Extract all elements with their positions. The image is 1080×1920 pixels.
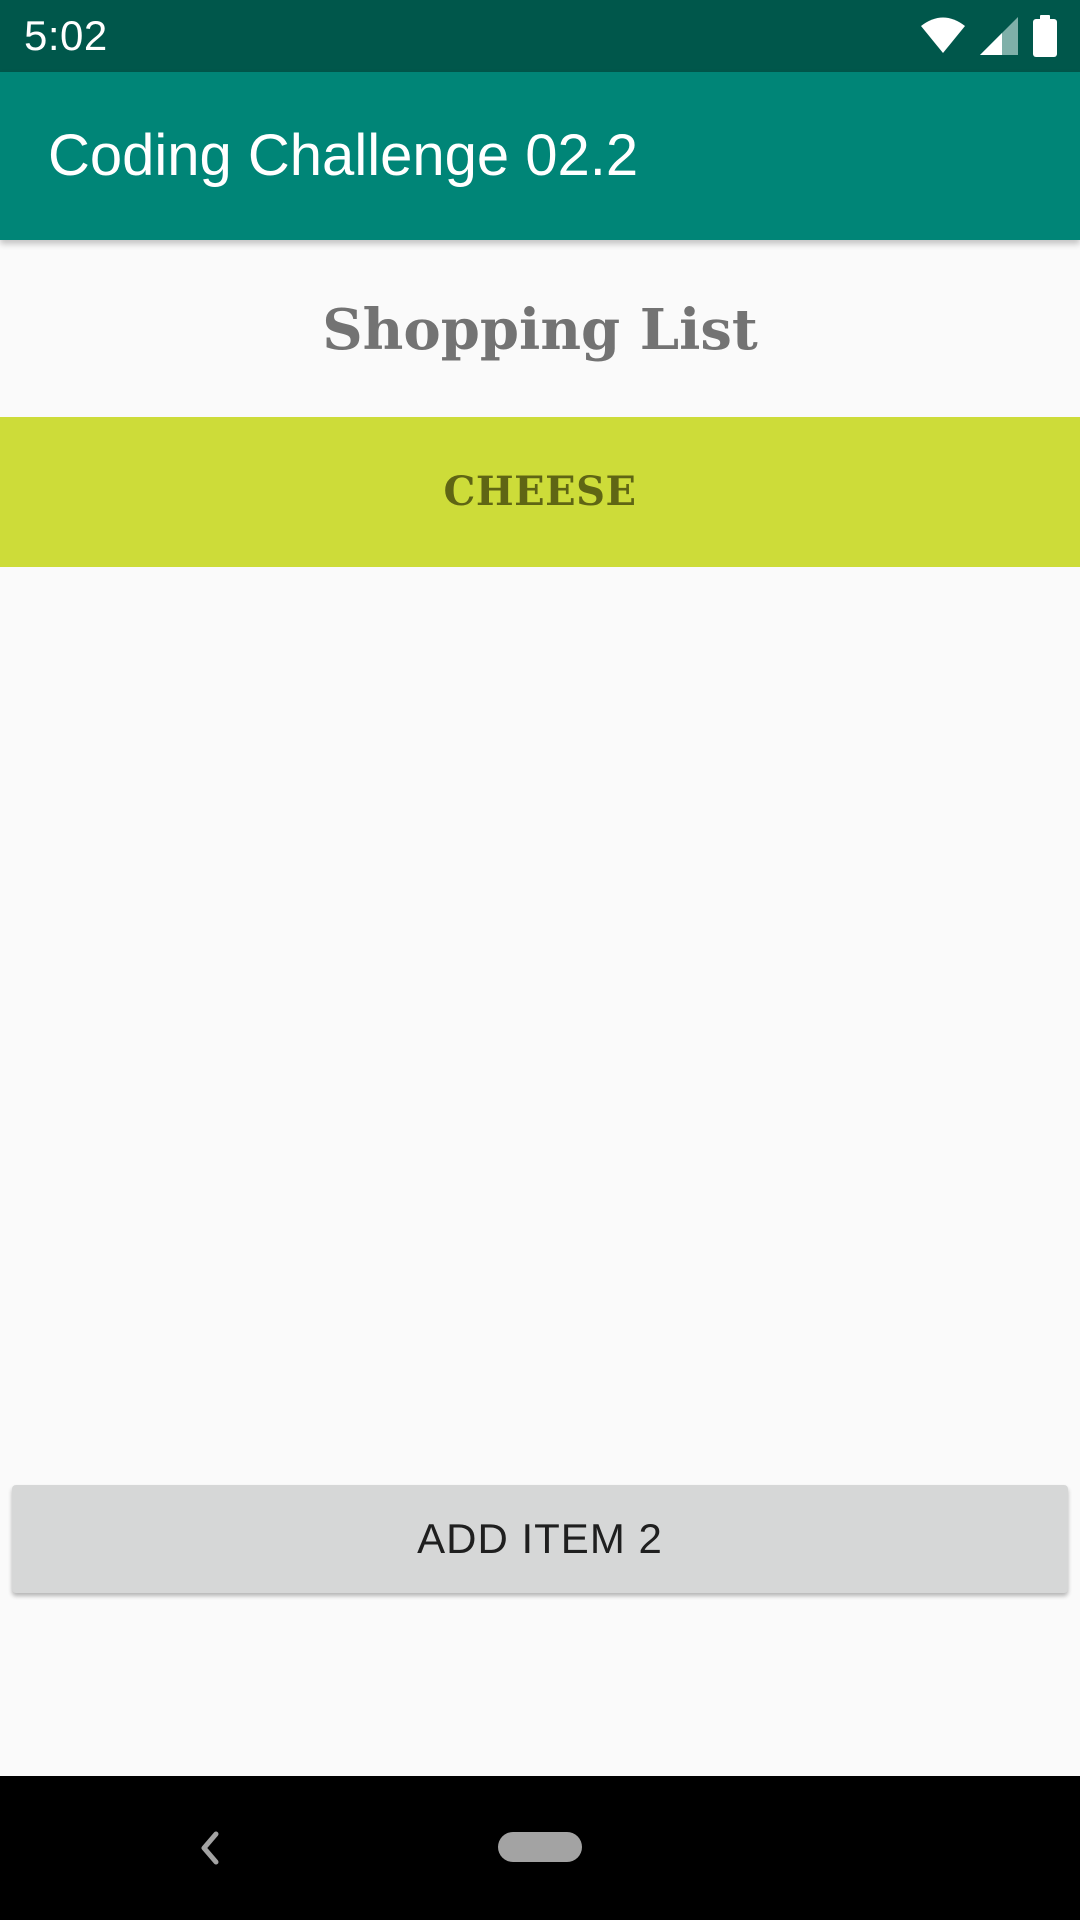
shopping-list-item: CHEESE: [0, 417, 1080, 567]
status-time: 5:02: [24, 12, 108, 59]
cellular-signal-icon: [980, 17, 1018, 55]
status-icons: [920, 15, 1058, 57]
app-bar: Coding Challenge 02.2: [0, 72, 1080, 240]
status-bar: 5:02: [0, 0, 1080, 72]
home-pill-icon[interactable]: [498, 1832, 582, 1862]
page-title: Shopping List: [322, 297, 758, 363]
app-screen: 5:02 Coding Challenge 02.2 Shopping List…: [0, 0, 1080, 1920]
add-item-2-button[interactable]: ADD ITEM 2: [12, 1485, 1068, 1593]
app-title: Coding Challenge 02.2: [48, 123, 639, 188]
list-item-label: CHEESE: [443, 468, 637, 515]
battery-icon: [1032, 15, 1058, 57]
navigation-bar: [0, 1776, 1080, 1920]
wifi-icon: [920, 17, 966, 55]
back-icon[interactable]: [190, 1822, 230, 1874]
